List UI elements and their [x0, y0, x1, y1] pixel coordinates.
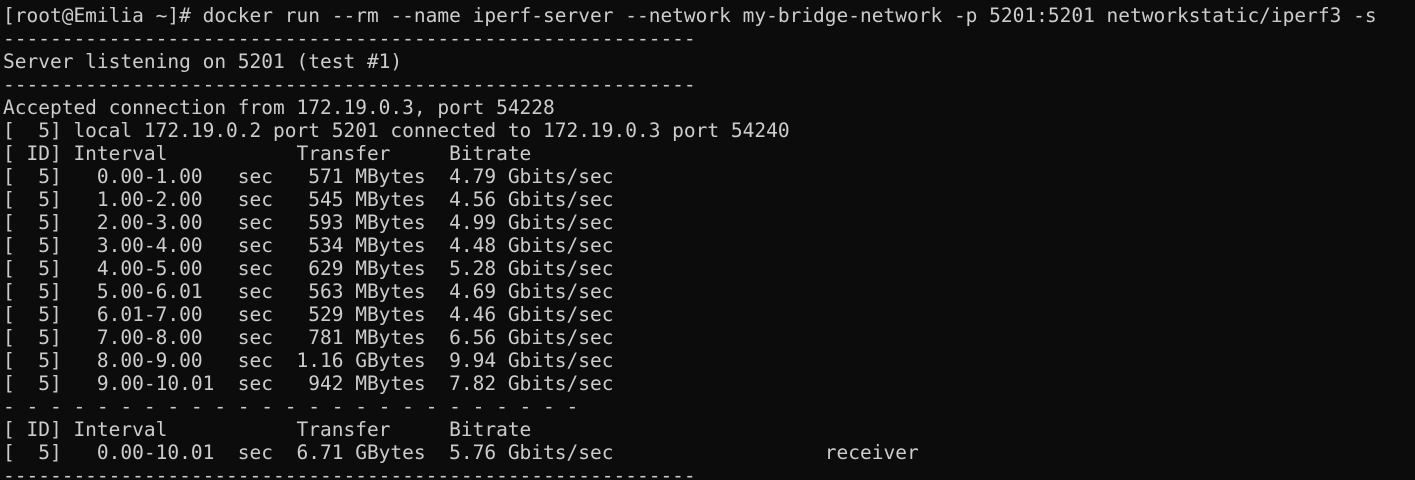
interval-row: [ 5] 4.00-5.00 sec 629 MBytes 5.28 Gbits…	[3, 257, 614, 280]
summary-receiver-row: [ 5] 0.00-10.01 sec 6.71 GBytes 5.76 Gbi…	[3, 441, 919, 464]
interval-row: [ 5] 9.00-10.01 sec 942 MBytes 7.82 Gbit…	[3, 372, 614, 395]
interval-row: [ 5] 8.00-9.00 sec 1.16 GBytes 9.94 Gbit…	[3, 349, 614, 372]
accepted-connection-line: Accepted connection from 172.19.0.3, por…	[3, 96, 555, 119]
terminal-window[interactable]: [root@Emilia ~]# docker run --rm --name …	[0, 0, 1415, 480]
interval-row: [ 5] 7.00-8.00 sec 781 MBytes 6.56 Gbits…	[3, 326, 614, 349]
interval-row: [ 5] 0.00-1.00 sec 571 MBytes 4.79 Gbits…	[3, 165, 614, 188]
interval-row: [ 5] 5.00-6.01 sec 563 MBytes 4.69 Gbits…	[3, 280, 614, 303]
separator-line: ----------------------------------------…	[3, 73, 696, 96]
interval-row: [ 5] 3.00-4.00 sec 534 MBytes 4.48 Gbits…	[3, 234, 614, 257]
interval-row: [ 5] 6.01-7.00 sec 529 MBytes 4.46 Gbits…	[3, 303, 614, 326]
command-prompt-line: [root@Emilia ~]# docker run --rm --name …	[3, 4, 1377, 27]
separator-line: ----------------------------------------…	[3, 464, 696, 480]
dashed-separator-line: - - - - - - - - - - - - - - - - - - - - …	[3, 395, 579, 418]
interval-row: [ 5] 1.00-2.00 sec 545 MBytes 4.56 Gbits…	[3, 188, 614, 211]
summary-header-line: [ ID] Interval Transfer Bitrate	[3, 418, 532, 441]
local-connection-line: [ 5] local 172.19.0.2 port 5201 connecte…	[3, 119, 790, 142]
interval-row: [ 5] 2.00-3.00 sec 593 MBytes 4.99 Gbits…	[3, 211, 614, 234]
separator-line: ----------------------------------------…	[3, 27, 696, 50]
server-listening-line: Server listening on 5201 (test #1)	[3, 50, 403, 73]
table-header-line: [ ID] Interval Transfer Bitrate	[3, 142, 532, 165]
